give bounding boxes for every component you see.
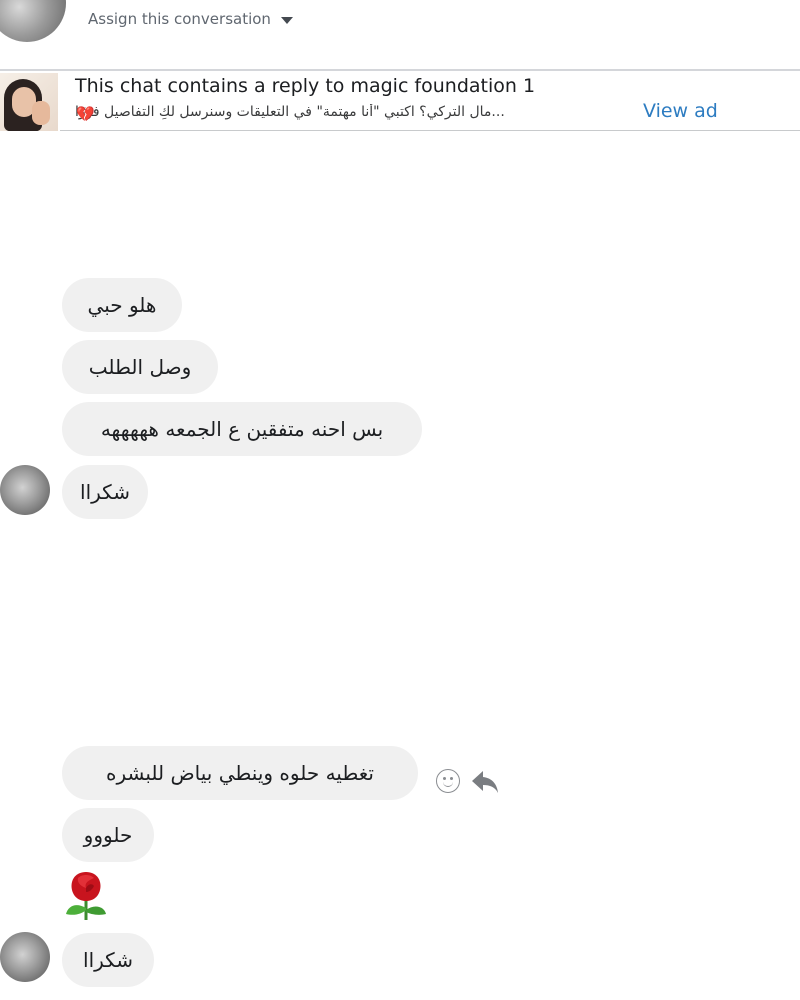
message-bubble[interactable]: شكراا [62,933,154,987]
message-bubble[interactable]: هلو حبي [62,278,182,332]
broken-heart-icon: 💔 [76,105,95,123]
message-bubble[interactable]: شكراا [62,465,148,519]
reply-arrow-icon[interactable] [470,768,500,796]
message-bubble[interactable]: تغطيه حلوه وينطي بياض للبشره [62,746,418,800]
sender-avatar[interactable] [0,932,50,982]
assign-conversation-dropdown[interactable]: Assign this conversation [88,10,293,28]
ad-preview-text: ...مال التركي؟ اكتبي "أنا مهتمة" في التع… [75,104,505,120]
ad-banner-divider [60,130,800,131]
message-bubble[interactable]: وصل الطلب [62,340,218,394]
conversation-avatar [0,0,66,42]
message-bubble[interactable]: حلووو [62,808,154,862]
ad-thumbnail[interactable] [0,73,58,131]
view-ad-link[interactable]: View ad [643,100,718,122]
smiley-react-icon[interactable] [436,769,460,793]
rose-emoji-icon[interactable] [62,868,110,920]
sender-avatar[interactable] [0,465,50,515]
assign-conversation-label: Assign this conversation [88,10,271,28]
ad-reply-title: This chat contains a reply to magic foun… [75,75,536,97]
message-bubble[interactable]: بس احنه متفقين ع الجمعه هههههه [62,402,422,456]
chevron-down-icon [280,16,293,24]
